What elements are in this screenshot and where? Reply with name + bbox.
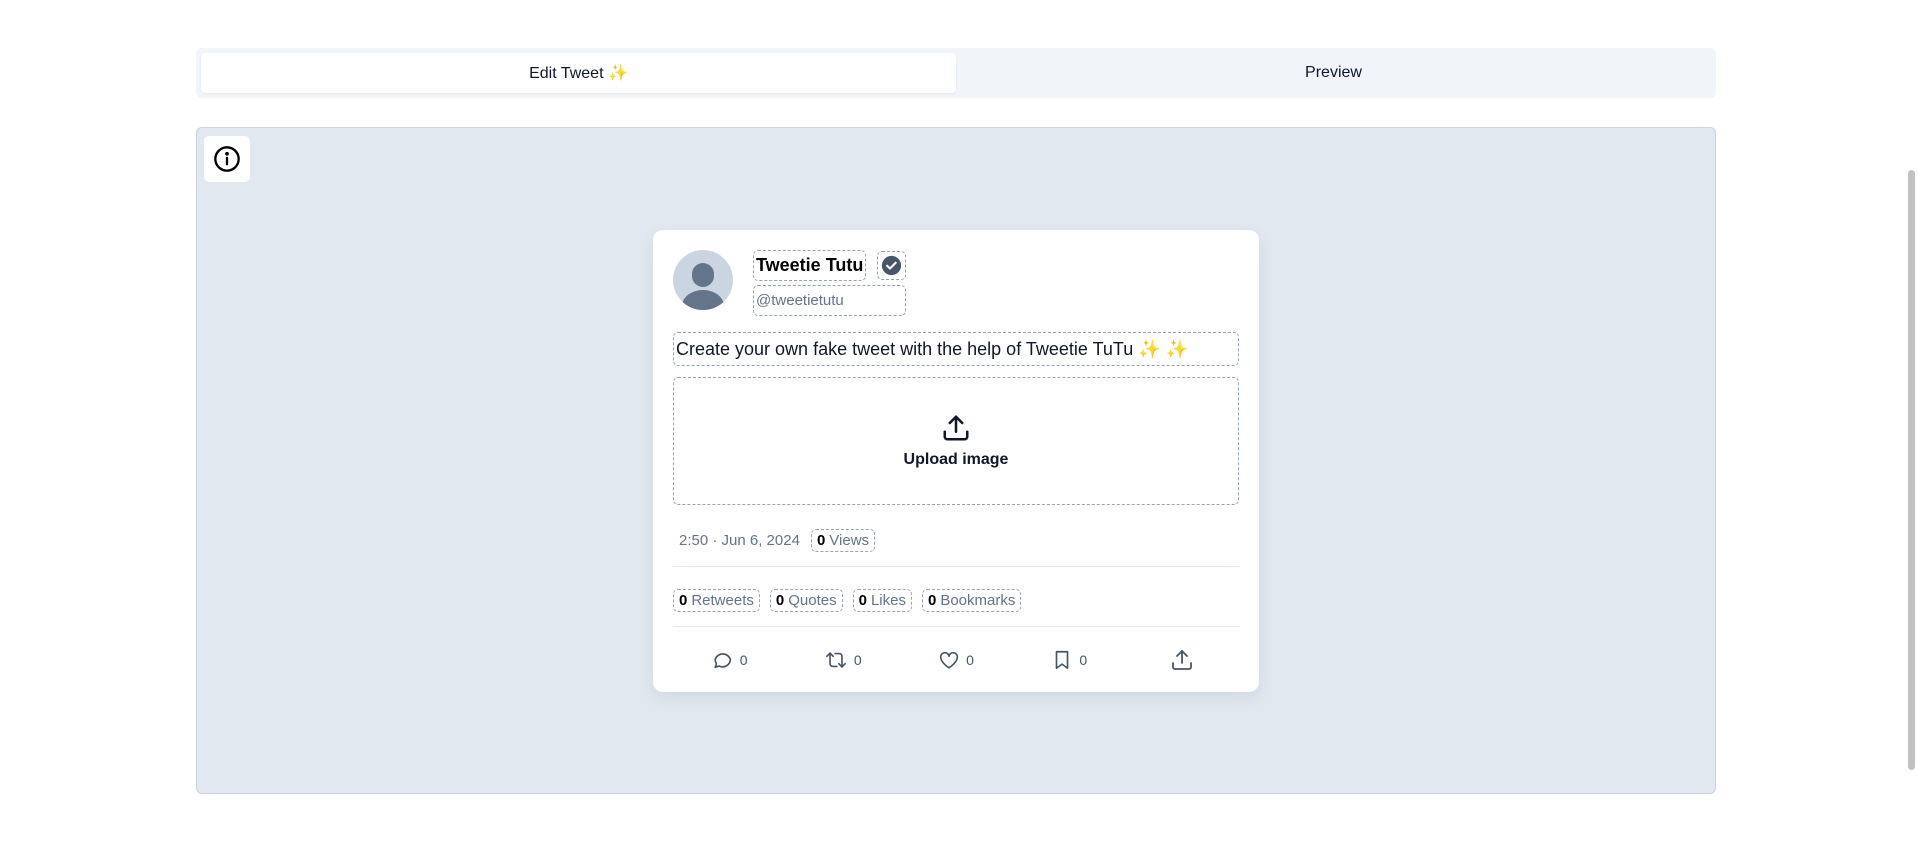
bookmark-count: 0 — [1079, 652, 1088, 668]
info-button[interactable] — [203, 135, 251, 183]
comment-icon — [714, 653, 731, 669]
like-count: 0 — [966, 652, 974, 668]
info-circle-icon — [214, 146, 240, 172]
quotes-field[interactable]: 0 Quotes — [769, 588, 843, 612]
verified-badge-icon — [881, 255, 902, 276]
quotes-label: Quotes — [788, 591, 837, 609]
page-scrollbar[interactable] — [1904, 0, 1918, 864]
quotes-count: 0 — [775, 591, 785, 609]
tweet-meta: 2:50 · Jun 6, 2024 0 Views — [673, 526, 1239, 554]
divider — [673, 566, 1239, 567]
views-label: Views — [829, 531, 870, 549]
upload-image-label: Upload image — [903, 451, 1009, 468]
views-count: 0 — [816, 531, 826, 549]
divider — [673, 626, 1239, 627]
bookmarks-count: 0 — [927, 591, 937, 609]
verified-toggle[interactable] — [877, 251, 906, 280]
reply-count: 0 — [739, 652, 748, 668]
views-field[interactable]: 0 Views — [810, 528, 876, 552]
share-icon — [1172, 650, 1193, 670]
tweet-canvas: Tweetie Tutu @tweetietutu Create your ow… — [196, 127, 1716, 794]
upload-image-dropzone[interactable]: Upload image — [673, 377, 1239, 505]
likes-count: 0 — [858, 591, 867, 609]
likes-field[interactable]: 0 Likes — [852, 588, 912, 612]
share-button[interactable] — [1126, 648, 1239, 672]
tweet-actions: 0 0 0 0 — [673, 643, 1239, 677]
heart-icon — [940, 651, 959, 669]
avatar[interactable] — [673, 250, 733, 310]
retweet-button[interactable]: 0 — [786, 649, 899, 671]
like-button[interactable]: 0 — [899, 649, 1012, 671]
retweets-count: 0 — [679, 591, 688, 609]
bookmark-button[interactable]: 0 — [1013, 649, 1126, 671]
handle-field[interactable]: @tweetietutu — [753, 285, 906, 316]
tweet-card: Tweetie Tutu @tweetietutu Create your ow… — [653, 230, 1259, 692]
likes-label: Likes — [870, 591, 906, 609]
bookmark-icon — [1055, 650, 1069, 670]
bookmarks-field[interactable]: 0 Bookmarks — [921, 588, 1022, 612]
tab-preview[interactable]: Preview — [956, 53, 1711, 93]
engagement-stats: 0 Retweets 0 Quotes 0 Likes 0 Bookmarks — [673, 586, 1022, 614]
tab-edit-tweet[interactable]: Edit Tweet ✨ — [201, 53, 956, 93]
reply-button[interactable]: 0 — [673, 649, 786, 671]
retweets-field[interactable]: 0 Retweets — [673, 588, 760, 612]
scrollbar-thumb[interactable] — [1908, 170, 1915, 770]
avatar-placeholder-icon — [682, 263, 724, 310]
retweet-icon — [825, 652, 846, 668]
bookmarks-label: Bookmarks — [940, 591, 1016, 609]
timestamp[interactable]: 2:50 · Jun 6, 2024 — [673, 532, 800, 549]
retweets-label: Retweets — [691, 591, 754, 609]
upload-icon — [943, 415, 969, 441]
tab-bar: Edit Tweet ✨ Preview — [196, 48, 1716, 98]
display-name-field[interactable]: Tweetie Tutu — [753, 250, 867, 281]
retweet-count: 0 — [853, 652, 862, 668]
tweet-text-field[interactable]: Create your own fake tweet with the help… — [673, 332, 1239, 366]
